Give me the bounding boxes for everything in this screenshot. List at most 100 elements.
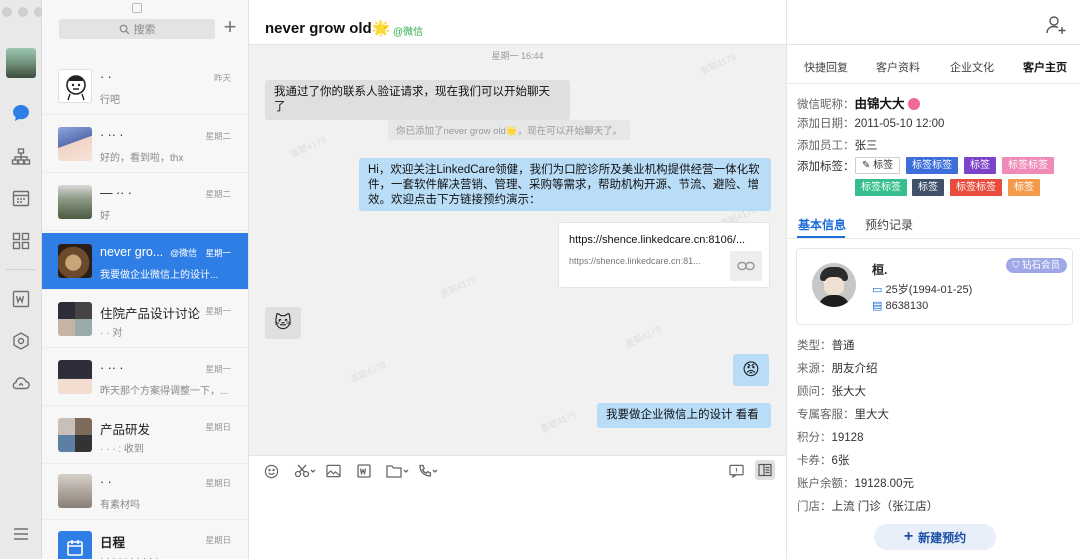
avatar: [58, 474, 92, 508]
add-date-row: 添加日期：2011-05-10 12:00: [797, 115, 944, 131]
info-key: 卡券：: [797, 455, 832, 467]
tag-chip[interactable]: 标签标签: [906, 157, 958, 174]
phone-icon[interactable]: [417, 463, 439, 479]
menu-icon[interactable]: [9, 522, 33, 546]
avatar: [58, 127, 92, 161]
org-icon[interactable]: [9, 145, 33, 169]
system-notice: 你已添加了never grow old🌟，现在可以开始聊天了。: [388, 120, 631, 140]
my-avatar[interactable]: [6, 48, 36, 78]
apps-icon[interactable]: [9, 229, 33, 253]
watermark: 袁聪4179: [348, 359, 388, 385]
info-value: 张大大: [831, 386, 867, 398]
customer-age: ▭ 25岁(1994-01-25): [872, 281, 972, 297]
add-tag-label: 标签: [873, 160, 894, 171]
info-key: 专属客服：: [797, 409, 855, 421]
search-icon: [119, 24, 129, 34]
info-value: 上流 门诊（张江店）: [831, 501, 939, 513]
search-placeholder: 搜索: [133, 24, 156, 36]
message-timestamp: 星期一 16:44: [491, 51, 544, 61]
conversation-preview: · · 对: [100, 328, 123, 339]
doc-icon[interactable]: [357, 463, 371, 479]
tag-chip[interactable]: 标签标签: [950, 179, 1002, 196]
conversation-item[interactable]: · ·· · 星期一 昨天那个方案得调整一下，...: [42, 349, 248, 406]
calendar-icon[interactable]: [9, 186, 33, 210]
close-window-button[interactable]: [2, 7, 12, 17]
conversation-item[interactable]: · · 昨天 行吧: [42, 58, 248, 115]
tab-corporate-culture[interactable]: 企业文化: [950, 59, 994, 75]
avatar: [58, 69, 92, 103]
folder-icon[interactable]: [386, 463, 410, 479]
conversation-name: 住院产品设计讨论: [100, 307, 201, 321]
wechat-tag: @微信: [170, 248, 198, 258]
tab-basic-info[interactable]: 基本信息: [798, 216, 846, 233]
info-key: 来源：: [797, 363, 832, 375]
message-area[interactable]: 袁聪4179 袁聪4179 袁聪4179 袁聪4179 袁聪4179 袁聪417…: [249, 45, 786, 455]
info-value: 朋友介绍: [831, 363, 878, 375]
info-row: 来源：朋友介绍: [797, 360, 878, 376]
tab-quick-reply[interactable]: 快捷回复: [804, 59, 848, 75]
conversation-time: 星期日: [205, 422, 231, 432]
watermark: 袁聪4179: [623, 324, 663, 350]
doc-icon[interactable]: [9, 287, 33, 311]
tag-label: 添加标签：: [797, 161, 855, 173]
tab-appointment-records[interactable]: 预约记录: [865, 216, 913, 233]
customer-id: ▤ 8638130: [872, 299, 928, 312]
conversation-item[interactable]: · · 星期日 有素材吗: [42, 463, 248, 520]
watermark: 袁聪4179: [538, 409, 578, 435]
conversation-time: 星期一: [205, 248, 231, 258]
tag-chip[interactable]: 标签: [964, 157, 996, 174]
conversation-preview: 行吧: [100, 95, 120, 106]
id-card-icon: ▤: [872, 300, 886, 312]
conversation-list: 搜索 + · · 昨天 行吧 · ·· · 星期二 好的，看到啦，thx — ·…: [42, 0, 249, 559]
conversation-time: 星期一: [205, 364, 231, 374]
tag-chip[interactable]: 标签: [1008, 179, 1040, 196]
customer-id-text: 8638130: [885, 300, 929, 312]
conversation-preview: 我要做企业微信上的设计...: [100, 270, 219, 281]
message-input[interactable]: [249, 485, 786, 559]
conversation-item[interactable]: — ·· · 星期二 好: [42, 174, 248, 231]
sidebar-toggle-button[interactable]: [755, 460, 775, 480]
conversation-item[interactable]: 产品研发 星期日 · · · : 收到: [42, 407, 248, 464]
plus-icon: +: [903, 528, 914, 545]
add-tag-button[interactable]: ✎ 标签: [855, 157, 901, 174]
conversation-item[interactable]: · ·· · 星期二 好的，看到啦，thx: [42, 116, 248, 173]
tab-customer-home[interactable]: 客户主页: [1023, 59, 1067, 75]
tab-customer-info[interactable]: 客户资料: [876, 59, 920, 75]
conversation-item[interactable]: 住院产品设计讨论 星期一 · · 对: [42, 291, 248, 348]
scissors-icon[interactable]: [294, 463, 316, 479]
info-row: 积分：19128: [797, 429, 863, 445]
title-emoji: 🌟: [371, 20, 391, 37]
minimize-window-button[interactable]: [18, 7, 28, 17]
cloud-icon[interactable]: [9, 371, 33, 395]
feedback-icon[interactable]: [729, 463, 744, 479]
conversation-name: 产品研发: [100, 423, 151, 437]
conversation-item[interactable]: 日程 星期日 · · · · · · · · · ·: [42, 520, 248, 559]
conversation-name: · ·: [100, 70, 112, 84]
info-value: 普通: [831, 340, 855, 352]
staff-value: 张三: [854, 140, 878, 152]
conversation-name: · ·· ·: [100, 361, 124, 375]
image-icon[interactable]: [326, 463, 341, 479]
info-row: 专属客服：里大大: [797, 406, 889, 422]
staff-label: 添加员工：: [797, 140, 855, 152]
info-row: 顾问：张大大: [797, 383, 866, 399]
avatar: [58, 360, 92, 394]
chat-icon[interactable]: [9, 101, 33, 125]
tag-chip[interactable]: 标签标签: [855, 179, 907, 196]
link-card[interactable]: https://shence.linkedcare.cn:8106/... ht…: [558, 222, 770, 288]
nickname-value: 由锦大大: [854, 97, 905, 111]
tag-chip[interactable]: 标签标签: [1002, 157, 1054, 174]
search-input[interactable]: 搜索: [59, 19, 215, 39]
cube-icon[interactable]: [9, 329, 33, 353]
info-value: 19128: [831, 432, 864, 444]
add-button[interactable]: +: [219, 16, 241, 40]
link-icon: [730, 251, 762, 281]
new-appointment-button[interactable]: + 新建预约: [874, 524, 996, 550]
emoji-icon[interactable]: [264, 463, 279, 479]
conversation-item-active[interactable]: never gro... @微信 星期一 我要做企业微信上的设计...: [42, 233, 248, 290]
tag-chip[interactable]: 标签: [912, 179, 944, 196]
customer-panel: 快捷回复 客户资料 企业文化 客户主页 微信昵称：由锦大大 添加日期：2011-…: [786, 0, 1080, 559]
info-value: 19128.00元: [854, 478, 914, 490]
conversation-name: · ·: [100, 475, 112, 489]
add-person-icon[interactable]: [1045, 14, 1067, 36]
